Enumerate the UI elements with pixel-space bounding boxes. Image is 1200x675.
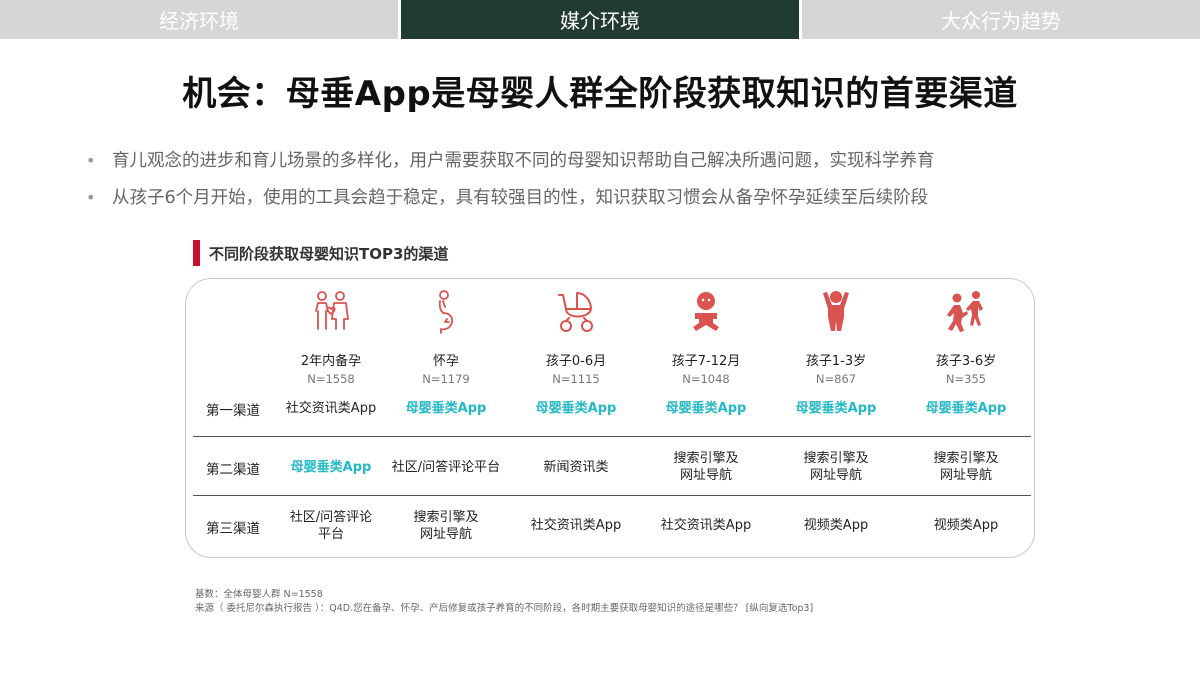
couple-icon <box>315 291 349 330</box>
top-tab-bar: 经济环境 媒介环境 大众行为趋势 <box>0 0 1200 39</box>
section-title: 不同阶段获取母婴知识TOP3的渠道 <box>209 244 449 263</box>
stage-sample-size: N=867 <box>815 372 857 386</box>
stage-name: 孩子1-3岁 <box>805 354 867 369</box>
table-cell: 社交资讯类App <box>285 401 377 416</box>
stage-sample-size: N=355 <box>945 372 987 386</box>
cell-line: 搜索引擎及 <box>803 451 869 466</box>
table-cell: 社区/问答评论平台 <box>391 460 501 475</box>
cell-line: 网址导航 <box>419 527 472 542</box>
cell-line: 搜索引擎及 <box>933 451 999 466</box>
cell-line: 搜索引擎及 <box>413 510 479 525</box>
table-cell: 搜索引擎及 网址导航 <box>641 450 771 484</box>
stroller-icon <box>558 292 593 332</box>
section-accent-bar <box>193 240 200 266</box>
table-cell: 搜索引擎及 网址导航 <box>381 509 511 543</box>
footnote-source: 来源（ 委托尼尔森执行报告 ）：Q4D.您在备孕、怀孕、产后修复或孩子养育的不同… <box>195 603 814 614</box>
cell-line: 搜索引擎及 <box>673 451 739 466</box>
stage-column-header: 孩子7-12月 N=1048 <box>641 289 771 386</box>
cell-line: 社区/问答评论 <box>289 510 373 525</box>
row-label-first-channel: 第一渠道 <box>206 403 260 419</box>
stage-name: 孩子3-6岁 <box>935 354 997 369</box>
row-divider <box>193 495 1031 496</box>
tab-media-environment[interactable]: 媒介环境 <box>398 0 799 39</box>
table-cell: 社交资讯类App <box>530 518 622 533</box>
page-title: 机会：母垂App是母婴人群全阶段获取知识的首要渠道 <box>182 74 1018 114</box>
cell-line: 网址导航 <box>809 468 862 483</box>
stage-column-header: 孩子1-3岁 N=867 <box>771 289 901 386</box>
table-cell: 新闻资讯类 <box>543 460 609 475</box>
table-cell: 母婴垂类App <box>795 401 877 416</box>
stage-name: 怀孕 <box>432 354 459 369</box>
pregnant-woman-icon <box>438 290 454 334</box>
stage-column-header: 2年内备孕 N=1558 <box>266 289 396 386</box>
table-cell: 母婴垂类App <box>535 401 617 416</box>
table-cell: 搜索引擎及 网址导航 <box>901 450 1031 484</box>
stage-column-header: 怀孕 N=1179 <box>381 289 511 386</box>
footnote-base: 基数：全体母婴人群 N=1558 <box>195 589 323 600</box>
row-label-second-channel: 第二渠道 <box>206 462 260 478</box>
baby-icon <box>693 292 719 331</box>
table-cell: 母婴垂类App <box>290 460 372 475</box>
bullet-item: 从孩子6个月开始，使用的工具会趋于稳定，具有较强目的性，知识获取习惯会从备孕怀孕… <box>86 185 1146 222</box>
table-cell: 母婴垂类App <box>405 401 487 416</box>
cell-line: 平台 <box>317 527 344 542</box>
bullet-list: 育儿观念的进步和育儿场景的多样化，用户需要获取不同的母婴知识帮助自己解决所遇问题… <box>86 148 1146 222</box>
cell-line: 网址导航 <box>939 468 992 483</box>
section-header: 不同阶段获取母婴知识TOP3的渠道 <box>193 240 448 266</box>
table-cell: 母婴垂类App <box>665 401 747 416</box>
tab-economic-environment[interactable]: 经济环境 <box>0 0 398 39</box>
stage-sample-size: N=1048 <box>682 372 730 386</box>
stage-name: 孩子0-6月 <box>545 354 607 369</box>
table-cell: 社交资讯类App <box>660 518 752 533</box>
row-label-third-channel: 第三渠道 <box>206 521 260 537</box>
bullet-item: 育儿观念的进步和育儿场景的多样化，用户需要获取不同的母婴知识帮助自己解决所遇问题… <box>86 148 1146 185</box>
tab-public-behavior-trends[interactable]: 大众行为趋势 <box>799 0 1200 39</box>
running-child-icon <box>947 291 983 332</box>
table-cell: 母婴垂类App <box>925 401 1007 416</box>
stage-name: 2年内备孕 <box>300 354 362 369</box>
table-cell: 视频类App <box>803 518 869 533</box>
stage-sample-size: N=1179 <box>422 372 470 386</box>
table-cell: 视频类App <box>933 518 999 533</box>
toddler-icon <box>823 291 849 331</box>
stage-sample-size: N=1115 <box>552 372 600 386</box>
row-divider <box>193 436 1031 437</box>
stage-sample-size: N=1558 <box>307 372 355 386</box>
stage-column-header: 孩子0-6月 N=1115 <box>511 289 641 386</box>
cell-line: 网址导航 <box>679 468 732 483</box>
table-cell: 社区/问答评论 平台 <box>266 509 396 543</box>
table-cell: 搜索引擎及 网址导航 <box>771 450 901 484</box>
stage-column-header: 孩子3-6岁 N=355 <box>901 289 1031 386</box>
stage-name: 孩子7-12月 <box>671 354 741 369</box>
